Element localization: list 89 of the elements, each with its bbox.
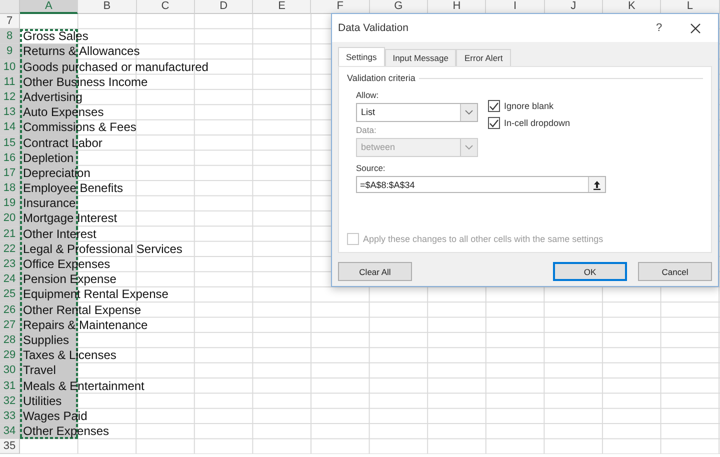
sheet-cell[interactable]: Other Expenses [20,424,110,440]
sheet-cell[interactable]: Advertising [20,90,82,106]
help-button[interactable]: ? [644,18,674,38]
row-header[interactable]: 26 [0,302,20,318]
row-header[interactable]: 29 [0,348,20,364]
row-header[interactable]: 22 [0,242,20,257]
row-header[interactable]: 10 [0,60,20,75]
row-header[interactable]: 19 [0,196,20,212]
sheet-cell[interactable]: Contract Labor [20,136,102,151]
row-header[interactable]: 23 [0,257,20,272]
row-header[interactable]: 24 [0,272,20,288]
row-header[interactable]: 17 [0,166,20,182]
sheet-cell[interactable]: Travel [20,363,78,378]
row-header[interactable]: 30 [0,363,20,378]
sheet-cell[interactable]: Repairs & Maintenance [20,318,148,333]
dialog-button[interactable]: Clear All [338,262,412,281]
sheet-cell[interactable]: Insurance [20,196,78,212]
allow-dropdown[interactable]: List [356,103,478,122]
row-header[interactable]: 21 [0,226,20,242]
sheet-cell[interactable]: Utilities [20,394,78,409]
sheet-cell[interactable]: Commissions & Fees [20,120,136,136]
row-header[interactable]: 8 [0,29,20,44]
column-header[interactable]: G [370,0,428,14]
sheet-cell[interactable]: Taxes & Licenses [20,348,116,364]
sheet-cell[interactable]: Office Expenses [20,257,110,272]
dialog-button[interactable]: Cancel [638,262,712,281]
row-header[interactable]: 27 [0,318,20,333]
dialog-tab[interactable]: Error Alert [456,49,511,66]
column-header[interactable]: K [602,0,662,14]
sheet-cell[interactable]: Auto Expenses [20,105,104,120]
row-header[interactable]: 20 [0,211,20,227]
column-header[interactable]: A [20,0,78,14]
sheet-cell[interactable]: Goods purchased or manufactured [20,60,208,75]
sheet-cell[interactable]: Employee Benefits [20,181,124,196]
row-header[interactable]: 18 [0,181,20,196]
row-header[interactable]: 25 [0,287,20,303]
range-select-button[interactable] [588,177,605,192]
sheet-cell[interactable]: Depreciation [20,166,90,182]
sheet-cell[interactable]: Wages Paid [20,408,88,424]
sheet-cell[interactable]: Mortgage Interest [20,211,118,227]
checkbox-option[interactable]: In-cell dropdown [488,117,570,129]
sheet-cell[interactable]: Equipment Rental Expense [20,287,168,303]
sheet-cell[interactable]: Supplies [20,332,78,348]
sheet-cell[interactable]: Other Interest [20,226,96,242]
column-header[interactable]: J [544,0,603,14]
row-header[interactable]: 28 [0,332,20,348]
row-header[interactable]: 11 [0,74,20,90]
field-label: Source: [356,163,386,173]
row-header[interactable]: 14 [0,120,20,136]
field-label: Allow: [356,90,380,100]
row-header[interactable]: 13 [0,105,20,120]
sheet-cell[interactable]: Depletion [20,150,78,166]
sheet-cell[interactable]: Gross Sales [20,29,88,44]
sheet-cell[interactable]: Legal & Professional Services [20,242,182,257]
chevron-down-icon [465,145,473,150]
column-header[interactable]: C [136,0,195,14]
row-header[interactable]: 15 [0,136,20,151]
row-header[interactable]: 32 [0,394,20,409]
upload-arrow-icon [593,180,601,190]
dialog-tab[interactable]: Input Message [384,49,456,66]
row-header[interactable]: 33 [0,408,20,424]
chevron-down-icon [465,110,473,115]
row-header[interactable]: 31 [0,378,20,394]
close-icon [690,22,700,34]
column-header[interactable]: E [253,0,312,14]
column-header[interactable]: I [486,0,545,14]
sheet-cell[interactable]: Other Rental Expense [20,302,142,318]
dialog-tab[interactable]: Settings [338,47,385,66]
column-header[interactable]: H [428,0,486,14]
column-header[interactable]: L [661,0,720,14]
row-header[interactable]: 9 [0,44,20,60]
row-header[interactable]: 16 [0,150,20,166]
checkbox-option[interactable]: Ignore blank [488,100,570,112]
row-header[interactable]: 7 [0,14,20,30]
dialog-button[interactable]: OK [553,262,627,281]
sheet-cell[interactable]: Meals & Entertainment [20,378,144,394]
column-header[interactable]: F [311,0,370,14]
dialog-title: Data Validation [338,22,410,34]
sheet-cell[interactable]: Pension Expense [20,272,116,288]
column-header[interactable]: D [194,0,254,14]
row-header[interactable]: 35 [0,439,20,454]
source-field[interactable]: =$A$8:$A$34 [356,176,606,193]
sheet-cell[interactable]: Other Business Income [20,74,148,90]
row-header[interactable]: 12 [0,90,20,106]
row-header[interactable]: 34 [0,424,20,440]
column-header[interactable]: B [78,0,137,14]
sheet-cell[interactable]: Returns & Allowances [20,44,140,60]
group-label: Validation criteria [347,73,416,83]
field-label: Data: [356,125,378,135]
